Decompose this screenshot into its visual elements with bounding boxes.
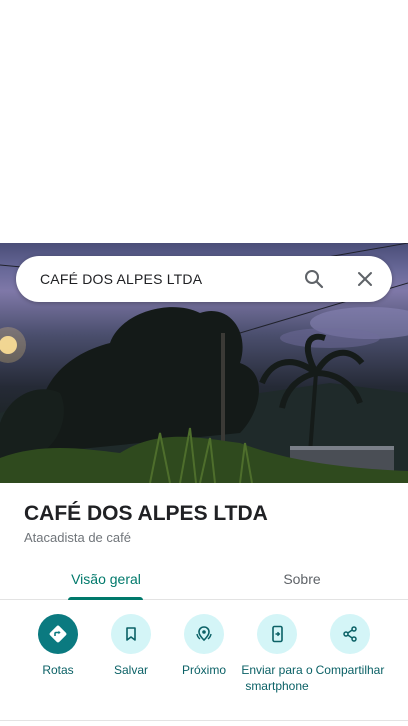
search-bar[interactable]: CAFÉ DOS ALPES LTDA xyxy=(16,256,392,302)
send-to-phone-icon xyxy=(257,614,297,654)
divider xyxy=(0,720,408,721)
close-icon[interactable] xyxy=(353,267,377,291)
send-to-phone-button[interactable]: Enviar para o smartphone xyxy=(238,614,316,694)
map-area-blank xyxy=(0,0,408,243)
nearby-icon xyxy=(184,614,224,654)
directions-label: Rotas xyxy=(42,663,74,677)
action-buttons-row: Rotas Salvar Próximo Enviar para o smart… xyxy=(0,614,408,714)
search-icon[interactable] xyxy=(302,267,326,291)
directions-icon xyxy=(38,614,78,654)
search-input[interactable]: CAFÉ DOS ALPES LTDA xyxy=(40,271,392,287)
tab-about[interactable]: Sobre xyxy=(234,558,370,600)
nearby-button[interactable]: Próximo xyxy=(165,614,243,678)
place-tabs: Visão geral Sobre xyxy=(0,558,408,600)
share-label: Compartilhar xyxy=(315,663,385,677)
active-tab-indicator xyxy=(68,597,143,600)
share-icon xyxy=(330,614,370,654)
tab-overview[interactable]: Visão geral xyxy=(35,558,177,600)
share-button[interactable]: Compartilhar xyxy=(311,614,389,678)
save-button[interactable]: Salvar xyxy=(92,614,170,678)
place-category[interactable]: Atacadista de café xyxy=(24,530,131,545)
directions-button[interactable]: Rotas xyxy=(19,614,97,678)
save-label: Salvar xyxy=(113,663,148,677)
send-to-phone-label: Enviar para o smartphone xyxy=(241,663,313,693)
nearby-label: Próximo xyxy=(181,663,226,677)
place-title: CAFÉ DOS ALPES LTDA xyxy=(24,502,268,525)
bookmark-icon xyxy=(111,614,151,654)
